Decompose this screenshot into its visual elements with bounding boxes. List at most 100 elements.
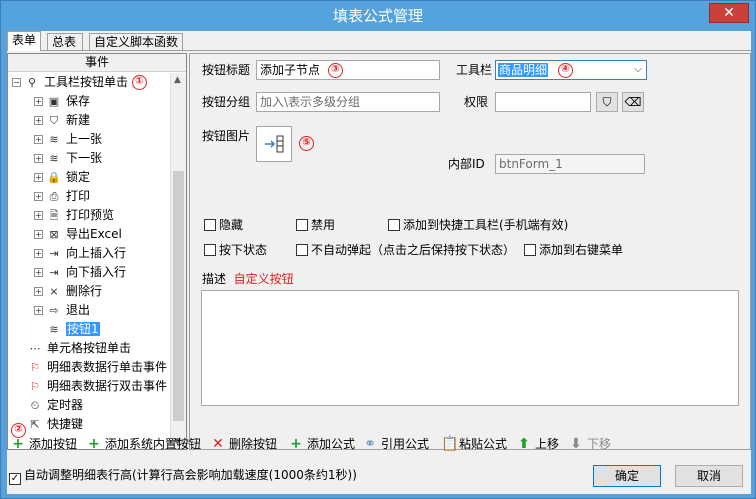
- scroll-thumb[interactable]: [173, 171, 184, 421]
- tree-item[interactable]: + ⇥ 向下插入行: [34, 263, 126, 281]
- tab-custom-script[interactable]: 自定义脚本函数: [89, 33, 183, 51]
- arrow-up-icon: ⬆: [518, 436, 530, 452]
- button-title-input[interactable]: 添加子节点 ③: [256, 60, 440, 80]
- shield-plus-icon: ⛉: [49, 113, 59, 127]
- ok-button[interactable]: 确定: [593, 465, 661, 487]
- checkmark-icon[interactable]: ✓: [9, 473, 21, 485]
- disabled-checkbox[interactable]: 禁用: [296, 217, 335, 233]
- cancel-button[interactable]: 取消: [675, 465, 743, 487]
- add-button-button[interactable]: + 添加按钮: [11, 433, 77, 455]
- expand-icon[interactable]: +: [34, 154, 43, 163]
- dialog-window: 填表公式管理 ✕ 表单 总表 自定义脚本函数 事件 − ⚲ 工具栏按钮单击 ① + ▣…: [0, 0, 756, 499]
- delete-button-button[interactable]: ✕ 删除按钮: [211, 433, 277, 455]
- tree-item-selected[interactable]: ≋ 按钮1: [47, 320, 100, 338]
- dialog-client-area: 表单 总表 自定义脚本函数 事件 − ⚲ 工具栏按钮单击 ① + ▣ 保存 + ⛉ 新建 +…: [7, 31, 751, 494]
- delete-row-icon: ⨯: [49, 284, 59, 298]
- expand-icon[interactable]: +: [34, 116, 43, 125]
- expand-icon[interactable]: +: [34, 211, 43, 220]
- close-icon: ✕: [723, 5, 735, 21]
- tab-strip: 表单 总表 自定义脚本函数: [7, 31, 751, 51]
- exit-icon: ⇨: [49, 303, 59, 317]
- event-tree-header: 事件: [8, 54, 186, 72]
- expand-icon[interactable]: +: [34, 268, 43, 277]
- tree-item[interactable]: + ≋ 上一张: [34, 130, 102, 148]
- shield-icon: ⛉: [602, 95, 612, 109]
- tree-item[interactable]: + ⎙ 打印: [34, 187, 90, 205]
- close-button[interactable]: ✕: [709, 3, 749, 23]
- pressed-state-checkbox[interactable]: 按下状态: [204, 242, 267, 258]
- event-tree[interactable]: − ⚲ 工具栏按钮单击 ① + ▣ 保存 + ⛉ 新建 + ≋ 上一张 + ≋ 下一张 + 🔒 锁定 +…: [8, 73, 171, 449]
- dots-icon: ⋯: [29, 341, 41, 355]
- expand-icon[interactable]: +: [34, 192, 43, 201]
- shortcut-icon: ⇱: [30, 417, 40, 431]
- button-group-input[interactable]: 加入\表示多级分组: [256, 92, 440, 112]
- layers-down-icon: ≋: [49, 151, 59, 165]
- expand-icon[interactable]: +: [34, 173, 43, 182]
- paste-icon: 📋: [441, 436, 459, 452]
- description-label: 描述 自定义按钮: [202, 272, 294, 286]
- add-system-button-button[interactable]: + 添加系统内置按钮: [87, 433, 201, 455]
- chevron-down-icon[interactable]: ⌵: [634, 61, 642, 79]
- reference-formula-button[interactable]: ⚭ 引用公式: [363, 433, 429, 455]
- tree-item[interactable]: + ⛉ 新建: [34, 111, 90, 129]
- permission-shield-button[interactable]: ⛉: [596, 92, 618, 112]
- tree-item[interactable]: + ▣ 保存: [34, 92, 90, 110]
- tree-item[interactable]: ⚐ 明细表数据行单击事件: [28, 358, 167, 376]
- collapse-icon[interactable]: −: [12, 78, 21, 87]
- tree-item[interactable]: ⏲ 定时器: [28, 396, 83, 414]
- auto-adjust-row-height-checkbox[interactable]: ✓ 自动调整明细表行高(计算行高会影响加载速度(1000条约1秒)): [9, 467, 357, 485]
- lock-icon: 🔒: [47, 170, 61, 184]
- tree-item[interactable]: + ⨯ 删除行: [34, 282, 102, 300]
- button-image-picker[interactable]: [256, 126, 292, 162]
- tree-item[interactable]: + ⇥ 向上插入行: [34, 244, 126, 262]
- clear-permission-button[interactable]: ⌫: [622, 92, 644, 112]
- tab-summary[interactable]: 总表: [47, 33, 83, 51]
- badge-4: ④: [557, 63, 573, 78]
- quick-toolbar-checkbox[interactable]: 添加到快捷工具栏(手机端有效): [388, 217, 568, 233]
- toolbar-click-icon: ⚲: [27, 75, 37, 89]
- tree-scrollbar[interactable]: ▲ ▼: [170, 73, 186, 449]
- eraser-icon: ⌫: [624, 95, 642, 109]
- button-title-label: 按钮标题: [202, 63, 251, 77]
- toolbar-select[interactable]: 商品明细 ④ ⌵: [495, 60, 647, 80]
- insert-child-node-icon: [265, 135, 284, 153]
- badge-1: ①: [131, 75, 147, 90]
- expand-icon[interactable]: +: [34, 135, 43, 144]
- expand-icon[interactable]: +: [34, 97, 43, 106]
- tree-item[interactable]: + 🗎 打印预览: [34, 206, 114, 224]
- button-image-label: 按钮图片: [202, 129, 251, 143]
- tree-item[interactable]: + ⊠ 导出Excel: [34, 225, 122, 243]
- toolbar-label: 工具栏: [456, 63, 493, 77]
- context-menu-checkbox[interactable]: 添加到右键菜单: [524, 242, 623, 258]
- tree-item[interactable]: ⚐ 明细表数据行双击事件: [28, 377, 167, 395]
- tree-item[interactable]: + ⇨ 退出: [34, 301, 90, 319]
- button-properties-panel: 按钮标题 添加子节点 ③ 工具栏 商品明细 ④ ⌵ 按钮分组 加入\表示多级分组…: [189, 53, 751, 450]
- permission-input[interactable]: [495, 92, 591, 112]
- tree-item[interactable]: ⇱ 快捷键: [28, 415, 83, 433]
- internal-id-input: btnForm_1: [495, 154, 645, 174]
- link-icon: ⚭: [364, 436, 376, 452]
- tree-item[interactable]: + ≋ 下一张: [34, 149, 102, 167]
- expand-icon[interactable]: +: [34, 249, 43, 258]
- add-formula-button[interactable]: + 添加公式: [289, 433, 355, 455]
- no-auto-release-checkbox[interactable]: 不自动弹起（点击之后保持按下状态）: [296, 242, 515, 258]
- expand-icon[interactable]: +: [34, 287, 43, 296]
- tree-item-toolbar-click[interactable]: − ⚲ 工具栏按钮单击 ①: [12, 73, 147, 91]
- tree-item[interactable]: + 🔒 锁定: [34, 168, 90, 186]
- event-tree-panel: 事件 − ⚲ 工具栏按钮单击 ① + ▣ 保存 + ⛉ 新建 + ≋ 上一张 + ≋ 下一张 + 🔒 锁…: [7, 53, 187, 450]
- move-down-button[interactable]: ⬇ 下移: [569, 433, 611, 455]
- internal-id-label: 内部ID: [448, 157, 485, 171]
- print-preview-icon: 🗎: [49, 208, 59, 222]
- button-group-label: 按钮分组: [202, 95, 251, 109]
- expand-icon[interactable]: +: [34, 306, 43, 315]
- hidden-checkbox[interactable]: 隐藏: [204, 217, 243, 233]
- paste-formula-button[interactable]: 📋粘贴公式: [441, 433, 507, 455]
- move-up-button[interactable]: ⬆ 上移: [517, 433, 559, 455]
- tree-item[interactable]: ⋯ 单元格按钮单击: [28, 339, 132, 357]
- plus-icon: +: [88, 436, 100, 452]
- scroll-up-icon[interactable]: ▲: [174, 75, 181, 85]
- description-textarea[interactable]: [201, 290, 739, 406]
- expand-icon[interactable]: +: [34, 230, 43, 239]
- tab-form[interactable]: 表单: [7, 31, 41, 51]
- layers-up-icon: ≋: [49, 132, 59, 146]
